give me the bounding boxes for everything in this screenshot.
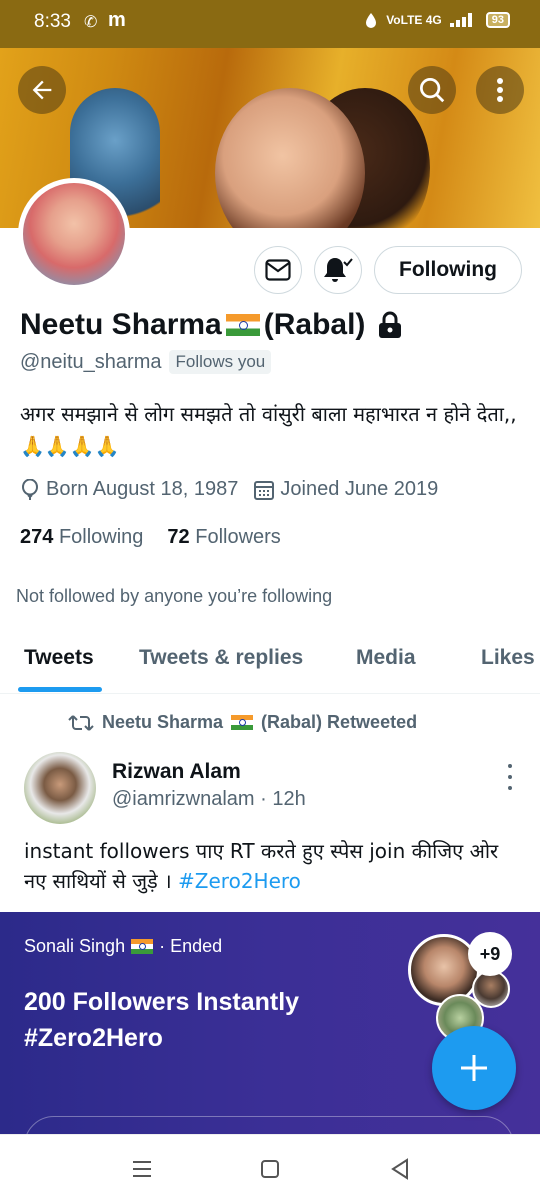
active-tab-indicator (18, 687, 102, 692)
space-status: · Ended (159, 936, 223, 956)
more-options-button[interactable] (476, 66, 524, 114)
followers-label: Followers (195, 526, 281, 548)
profile-meta: Born August 18, 1987 Joined June 2019 (20, 478, 438, 501)
balloon-icon (22, 478, 38, 500)
joined-date-item: Joined June 2019 (254, 478, 438, 501)
profile-handle: @neitu_sharma (20, 350, 162, 373)
followers-count: 72 (167, 526, 190, 548)
data-saver-icon (366, 13, 377, 28)
not-followed-note: Not followed by anyone you’re following (16, 586, 333, 606)
system-nav-bar (0, 1134, 540, 1200)
tweet-author-handle: @iamrizwnalam · 12h (112, 788, 306, 810)
india-flag-icon (231, 715, 254, 730)
india-flag-icon (131, 939, 154, 954)
follows-you-badge: Follows you (169, 350, 272, 374)
tab-tweets-replies[interactable]: Tweets & replies (139, 646, 303, 670)
tweet-more-button[interactable] (504, 764, 516, 790)
compose-tweet-button[interactable] (432, 1026, 516, 1110)
retweeter-name: Neetu Sharma (102, 712, 224, 732)
tweet-text: instant followers पाए RT करते हुए स्पेस … (24, 836, 524, 896)
profile-avatar[interactable] (18, 178, 130, 290)
tab-tweets[interactable]: Tweets (24, 646, 94, 670)
joined-date: Joined June 2019 (280, 478, 439, 500)
search-icon (420, 78, 445, 103)
signal-icon (449, 13, 472, 27)
tweet-author-name[interactable]: Rizwan Alam (112, 760, 241, 784)
retweet-context[interactable]: Neetu Sharma (Rabal) Retweeted (68, 712, 417, 733)
square-icon (261, 1160, 279, 1178)
more-vertical-icon (497, 78, 503, 102)
tweet-author-avatar[interactable] (24, 752, 96, 824)
birth-date: Born August 18, 1987 (46, 478, 239, 500)
app-notification-icon: m (108, 9, 126, 31)
following-count: 274 (20, 526, 54, 548)
calendar-icon (254, 480, 275, 500)
space-host-name: Sonali Singh (24, 936, 126, 956)
mail-icon (265, 259, 291, 281)
notifications-button[interactable] (314, 246, 362, 294)
follow-counts: 274 Following 72 Followers (20, 526, 281, 549)
menu-icon (133, 1161, 151, 1177)
message-button[interactable] (254, 246, 302, 294)
retweet-suffix: (Rabal) Retweeted (261, 712, 418, 732)
space-host: Sonali Singh · Ended (24, 936, 222, 957)
space-title: 200 Followers Instantly #Zero2Hero (24, 988, 300, 1052)
profile-tabs: Tweets Tweets & replies Media Likes (0, 630, 540, 694)
status-time: 8:33 (34, 11, 71, 32)
following-label: Following (58, 526, 144, 548)
status-bar: 8:33 ✆ m VoLTE 4G 93 (0, 0, 540, 48)
arrow-left-icon (32, 80, 52, 100)
followers-link[interactable]: 72 Followers (167, 526, 280, 549)
battery-indicator: 93 (485, 12, 510, 28)
bell-check-icon (324, 258, 353, 282)
triangle-back-icon (391, 1158, 408, 1180)
profile-name-text: Neetu Sharma (20, 308, 222, 341)
profile-name-suffix: (Rabal) (263, 308, 366, 341)
space-participant-count: +9 (468, 932, 512, 976)
tab-likes[interactable]: Likes (481, 646, 535, 670)
retweet-icon (68, 714, 94, 731)
following-link[interactable]: 274 Following (20, 526, 143, 549)
network-label: VoLTE 4G (386, 13, 442, 27)
home-button[interactable] (256, 1155, 284, 1183)
profile-bio: अगर समझाने से लोग समझते तो वांसुरी बाला … (20, 402, 517, 458)
handle-row: @neitu_sharma Follows you (20, 350, 272, 374)
space-play-recording-button[interactable] (24, 1116, 514, 1134)
lock-icon (379, 311, 402, 338)
status-indicators: VoLTE 4G 93 (364, 12, 510, 28)
back-nav-button[interactable] (386, 1155, 414, 1183)
recent-apps-button[interactable] (128, 1155, 156, 1183)
search-button[interactable] (408, 66, 456, 114)
back-button[interactable] (18, 66, 66, 114)
following-button[interactable]: Following (374, 246, 522, 294)
whatsapp-icon: ✆ (84, 14, 98, 31)
india-flag-icon (225, 314, 260, 336)
plus-icon (461, 1055, 487, 1081)
tab-media[interactable]: Media (356, 646, 416, 670)
tweet-hashtag[interactable]: #Zero2Hero (178, 869, 301, 893)
birth-date-item: Born August 18, 1987 (20, 478, 238, 501)
profile-name: Neetu Sharma (Rabal) (20, 308, 403, 342)
